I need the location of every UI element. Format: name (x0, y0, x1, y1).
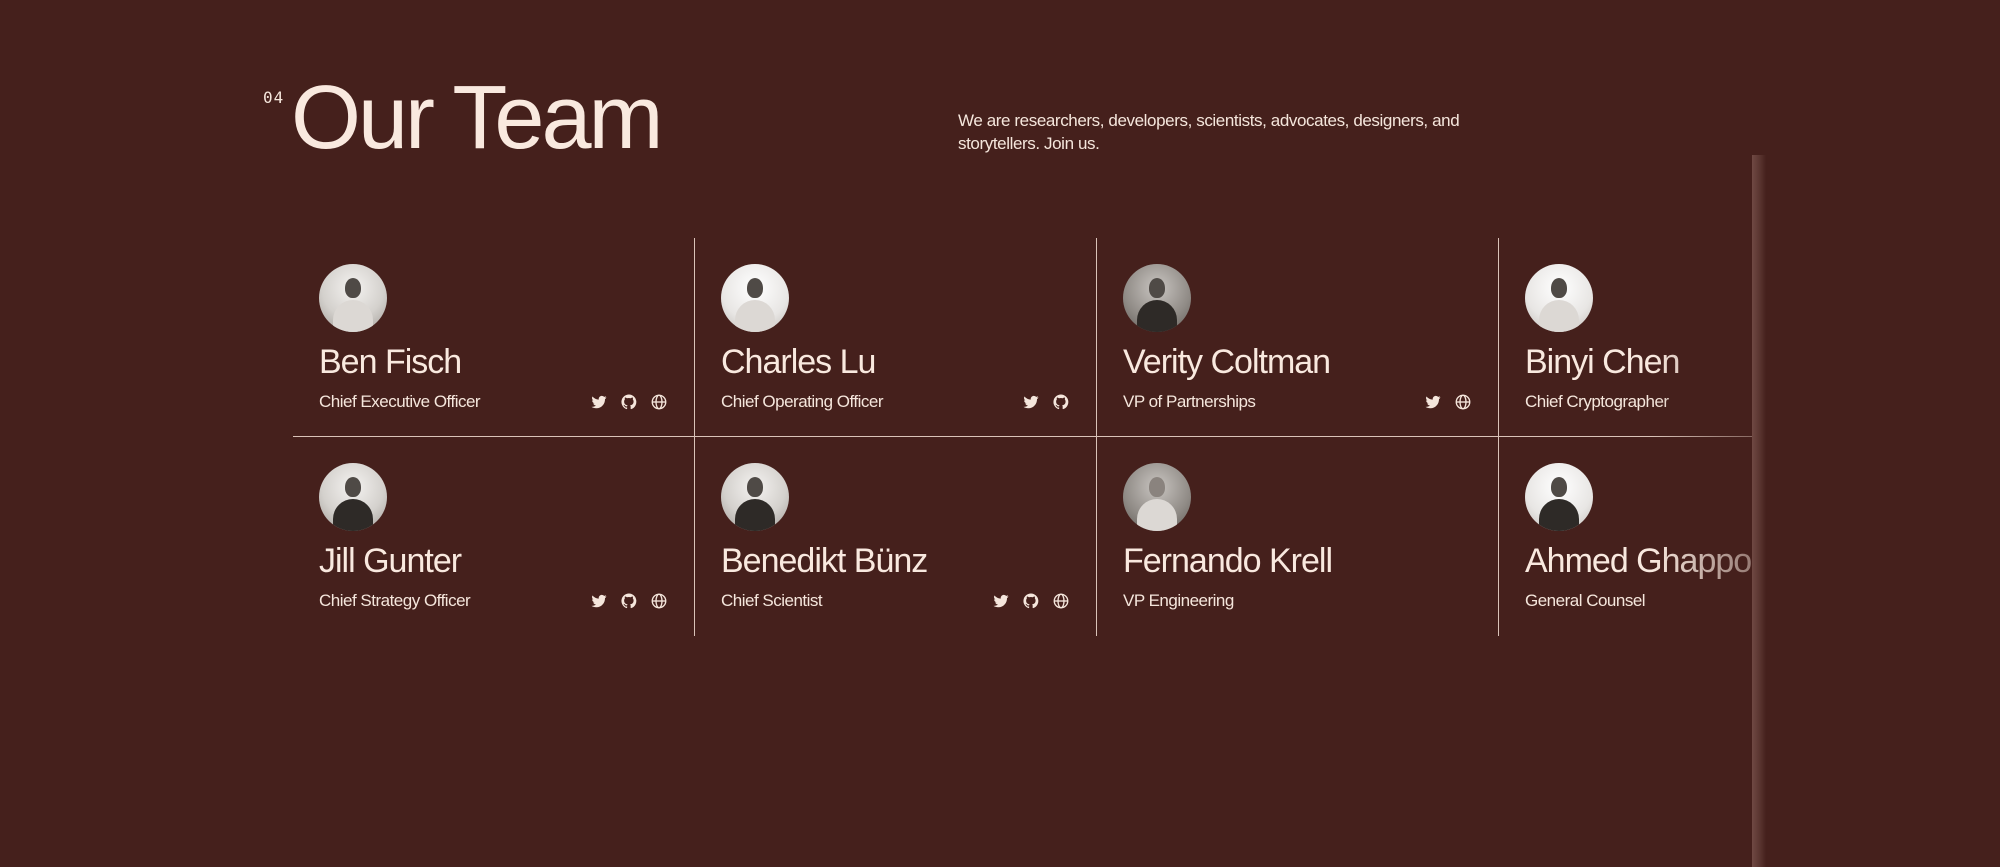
twitter-icon[interactable] (1424, 393, 1442, 411)
member-role: Chief Operating Officer (721, 392, 884, 411)
member-role: VP Engineering (1123, 591, 1234, 610)
avatar (1525, 264, 1593, 332)
team-card-fernando-krell: Fernando Krell VP Engineering (1097, 437, 1499, 636)
member-name: Ben Fisch (319, 343, 462, 381)
member-role: Chief Executive Officer (319, 392, 481, 411)
member-name: Fernando Krell (1123, 542, 1333, 580)
social-links (590, 592, 668, 610)
member-name: Binyi Chen (1525, 343, 1680, 381)
team-section: 04 Our Team We are researchers, develope… (0, 0, 2000, 867)
avatar (721, 264, 789, 332)
member-role: Chief Scientist (721, 591, 823, 610)
social-links (590, 393, 668, 411)
twitter-icon[interactable] (1022, 393, 1040, 411)
member-role: General Counsel (1525, 591, 1646, 610)
social-links (992, 592, 1070, 610)
globe-icon[interactable] (650, 393, 668, 411)
team-intro-text: We are researchers, developers, scientis… (958, 111, 1460, 153)
carousel-edge-scrollbar[interactable] (1752, 155, 1766, 867)
globe-icon[interactable] (1052, 592, 1070, 610)
member-role: Chief Strategy Officer (319, 591, 471, 610)
avatar (1123, 463, 1191, 531)
avatar (721, 463, 789, 531)
team-card-ben-fisch: Ben Fisch Chief Executive Officer (293, 238, 695, 437)
member-role: VP of Partnerships (1123, 392, 1256, 411)
section-number: 04 (263, 88, 285, 107)
avatar (319, 264, 387, 332)
member-name: Benedikt Bünz (721, 542, 928, 580)
team-card-binyi-chen: Binyi Chen Chief Cryptographer (1499, 238, 1752, 437)
social-links (1022, 393, 1070, 411)
github-icon[interactable] (1022, 592, 1040, 610)
twitter-icon[interactable] (992, 592, 1010, 610)
github-icon[interactable] (620, 393, 638, 411)
globe-icon[interactable] (1454, 393, 1472, 411)
avatar (319, 463, 387, 531)
team-card-verity-coltman: Verity Coltman VP of Partnerships (1097, 238, 1499, 437)
team-grid: Ben Fisch Chief Executive Officer Charle… (293, 238, 1752, 636)
avatar (1123, 264, 1191, 332)
team-card-jill-gunter: Jill Gunter Chief Strategy Officer (293, 437, 695, 636)
member-role: Chief Cryptographer (1525, 392, 1669, 411)
member-name: Ahmed Ghappour (1525, 542, 1752, 580)
page-title: Our Team (291, 68, 663, 168)
globe-icon[interactable] (650, 592, 668, 610)
team-card-benedikt-bunz: Benedikt Bünz Chief Scientist (695, 437, 1097, 636)
github-icon[interactable] (620, 592, 638, 610)
twitter-icon[interactable] (590, 592, 608, 610)
avatar (1525, 463, 1593, 531)
member-name: Verity Coltman (1123, 343, 1331, 381)
member-name: Jill Gunter (319, 542, 462, 580)
team-card-charles-lu: Charles Lu Chief Operating Officer (695, 238, 1097, 437)
member-name: Charles Lu (721, 343, 876, 381)
social-links (1424, 393, 1472, 411)
github-icon[interactable] (1052, 393, 1070, 411)
twitter-icon[interactable] (590, 393, 608, 411)
team-card-ahmed-ghappour: Ahmed Ghappour General Counsel (1499, 437, 1752, 636)
team-carousel[interactable]: Ben Fisch Chief Executive Officer Charle… (293, 238, 1752, 636)
